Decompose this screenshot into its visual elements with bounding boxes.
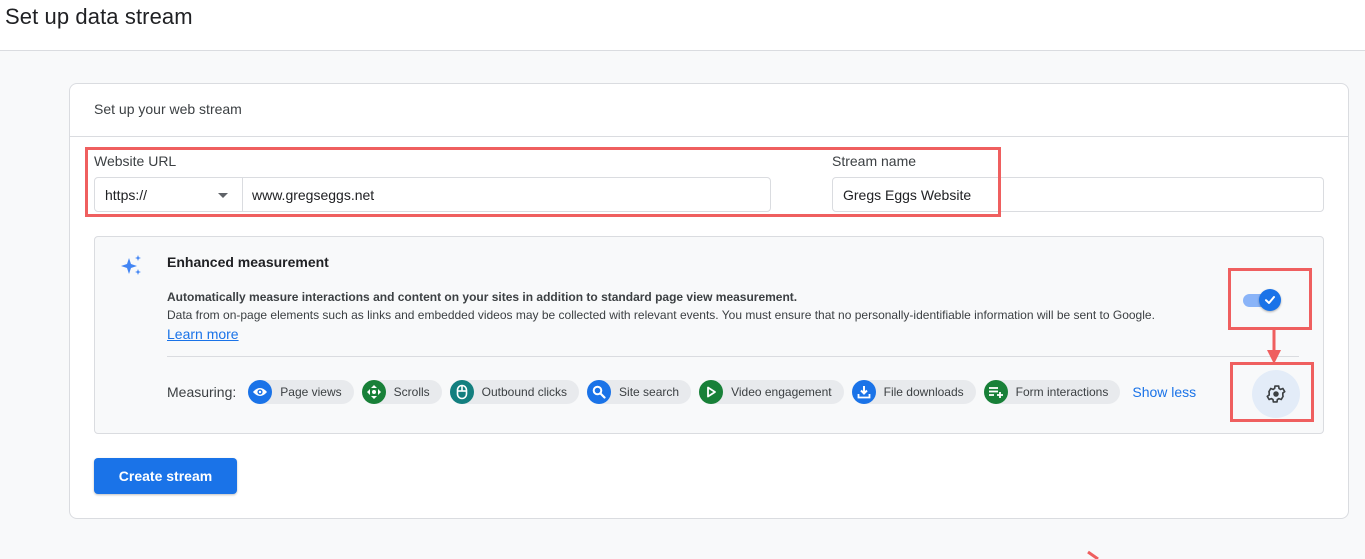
chevron-down-icon [218, 193, 228, 198]
chip-scrolls[interactable]: Scrolls [361, 380, 442, 404]
website-url-input[interactable]: www.gregseggs.net [243, 178, 770, 211]
chip-label: Site search [619, 385, 680, 399]
web-stream-card: Set up your web stream Website URL https… [69, 83, 1349, 519]
measuring-row: Measuring: Page views Scrolls Outbound c… [167, 380, 1196, 404]
chip-file-downloads[interactable]: File downloads [851, 380, 976, 404]
chip-label: Page views [280, 385, 342, 399]
chip-page-views[interactable]: Page views [248, 380, 354, 404]
learn-more-link[interactable]: Learn more [167, 326, 239, 342]
chip-label: File downloads [883, 385, 964, 399]
show-less-link[interactable]: Show less [1132, 384, 1196, 400]
annotation-arrow [1267, 330, 1281, 364]
eye-icon [248, 380, 273, 404]
chip-outbound-clicks[interactable]: Outbound clicks [449, 380, 580, 404]
divider [167, 356, 1299, 357]
mouse-icon [449, 380, 474, 404]
chip-label: Video engagement [731, 385, 832, 399]
protocol-select[interactable]: https:// [95, 178, 243, 211]
chip-label: Outbound clicks [481, 385, 568, 399]
website-url-label: Website URL [94, 153, 177, 169]
protocol-value: https:// [105, 187, 148, 203]
top-bar: Set up data stream [0, 0, 1365, 51]
sparkle-icon [121, 255, 141, 275]
settings-button[interactable] [1252, 370, 1300, 418]
scroll-arrows-icon [361, 380, 386, 404]
form-add-icon [983, 380, 1008, 404]
play-icon [699, 380, 724, 404]
enhanced-measurement-description-bold: Automatically measure interactions and c… [167, 290, 798, 304]
enhanced-measurement-description: Data from on-page elements such as links… [167, 308, 1155, 322]
chip-form-interactions[interactable]: Form interactions [983, 380, 1121, 404]
card-title: Set up your web stream [70, 84, 1348, 137]
chip-site-search[interactable]: Site search [587, 380, 692, 404]
enhanced-measurement-panel: Enhanced measurement Automatically measu… [94, 236, 1324, 434]
download-icon [851, 380, 876, 404]
stream-name-label: Stream name [832, 153, 917, 169]
annotation-arrow-fragment [1087, 550, 1099, 559]
stream-name-input[interactable]: Gregs Eggs Website [832, 177, 1324, 212]
chip-video-engagement[interactable]: Video engagement [699, 380, 844, 404]
measuring-label: Measuring: [167, 384, 237, 400]
create-stream-button[interactable]: Create stream [94, 458, 237, 494]
check-icon [1265, 296, 1275, 304]
enhanced-measurement-toggle[interactable] [1243, 289, 1283, 311]
enhanced-measurement-title: Enhanced measurement [167, 254, 329, 270]
gear-icon [1266, 385, 1286, 403]
page-title: Set up data stream [5, 4, 193, 29]
website-url-field: https:// www.gregseggs.net [94, 177, 771, 212]
chip-label: Scrolls [393, 385, 430, 399]
toggle-knob [1259, 289, 1281, 311]
search-icon [587, 380, 612, 404]
chip-label: Form interactions [1015, 385, 1109, 399]
